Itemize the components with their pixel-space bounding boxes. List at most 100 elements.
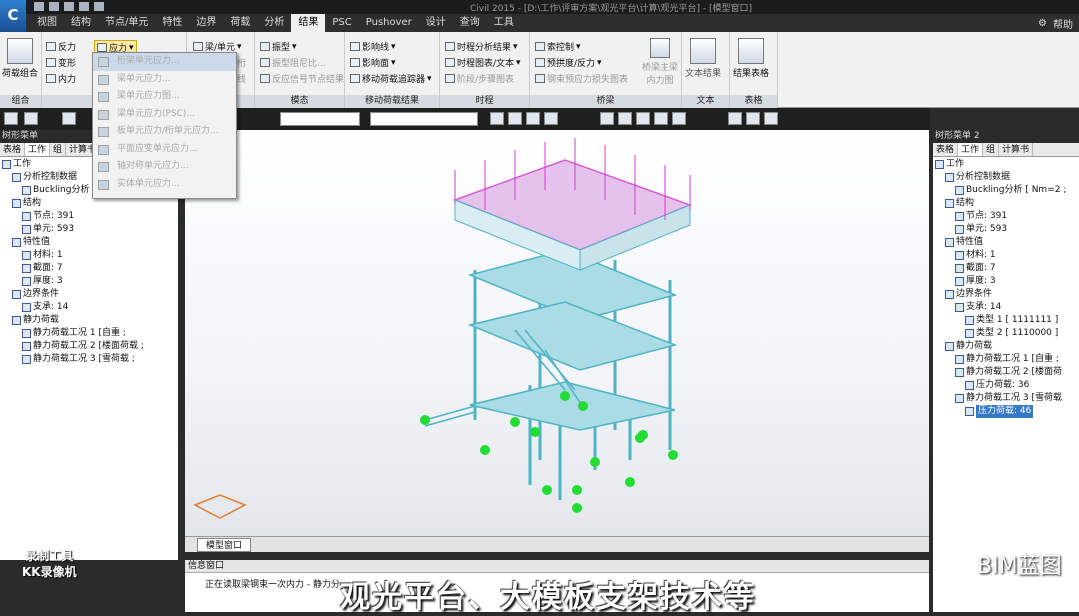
tree-item[interactable]: 工作 xyxy=(933,158,1079,171)
tree-item[interactable]: 节点: 391 xyxy=(0,210,178,223)
tree-item[interactable]: Buckling分析 [ Nm=2 ; xyxy=(933,184,1079,197)
th-result-button[interactable]: 时程分析结果 ▾ xyxy=(445,40,518,53)
tree-item[interactable]: 静力荷载工况 2 [楼面荷载 ; xyxy=(0,340,178,353)
menu-tab[interactable]: 设计 xyxy=(419,14,453,32)
load-combo-button[interactable]: 荷载组合 xyxy=(2,38,38,79)
structure-model[interactable] xyxy=(185,130,929,536)
tree-item[interactable]: 单元: 593 xyxy=(0,223,178,236)
settings-icon[interactable]: ⚙ xyxy=(1038,18,1047,29)
stress-menu-item[interactable]: 梁单元应力图... xyxy=(93,88,236,106)
select-type-dropdown[interactable] xyxy=(370,112,478,126)
lock-icon[interactable] xyxy=(728,112,742,125)
select-filter-dropdown[interactable] xyxy=(280,112,360,126)
tree-item[interactable]: 边界条件 xyxy=(933,288,1079,301)
print-icon[interactable] xyxy=(79,2,89,11)
tree-item[interactable]: 节点: 391 xyxy=(933,210,1079,223)
tree-item[interactable]: 支承: 14 xyxy=(0,301,178,314)
mode-damping-button[interactable]: 振型阻尼比... xyxy=(260,56,326,69)
result-table-button[interactable]: 结果表格 xyxy=(733,38,769,79)
menu-tab[interactable]: Pushover xyxy=(359,14,419,32)
zoom-icon[interactable] xyxy=(618,112,632,125)
truss-button[interactable]: 桁 xyxy=(237,56,246,69)
text-result-button[interactable]: 文本结果 xyxy=(685,38,721,79)
fit-icon[interactable] xyxy=(600,112,614,125)
menu-tab[interactable]: 分析 xyxy=(257,14,291,32)
menu-tab[interactable]: 结构 xyxy=(64,14,98,32)
help-menu[interactable]: 帮助 xyxy=(1053,16,1073,31)
menu-tab[interactable]: 节点/单元 xyxy=(98,14,155,32)
forward-icon[interactable] xyxy=(24,112,38,125)
panel-tab[interactable]: 组 xyxy=(983,143,1000,156)
deform-button[interactable]: 变形 xyxy=(46,56,76,69)
save-icon[interactable] xyxy=(64,2,74,11)
tendon-loss-button[interactable]: 钢束预应力损失图表 xyxy=(535,72,628,85)
menu-tab[interactable]: 工具 xyxy=(487,14,521,32)
model-viewport[interactable] xyxy=(185,130,929,536)
tree-item[interactable]: 类型 1 [ 1111111 ] xyxy=(933,314,1079,327)
stress-menu-item[interactable]: 板单元应力/桁单元应力... xyxy=(93,123,236,141)
menu-tab[interactable]: 荷载 xyxy=(223,14,257,32)
tree-item[interactable]: 结构 xyxy=(933,197,1079,210)
back-icon[interactable] xyxy=(4,112,18,125)
stress-menu-item[interactable]: 梁单元应力(PSC)... xyxy=(93,106,236,124)
tree-item[interactable]: 特性值 xyxy=(933,236,1079,249)
moving-tracer-button[interactable]: 移动荷载追踪器 ▾ xyxy=(350,72,432,85)
tree-item[interactable]: 材料: 1 xyxy=(933,249,1079,262)
select-icon[interactable] xyxy=(62,112,76,125)
panel-tab[interactable]: 组 xyxy=(50,143,67,156)
influence-surface-button[interactable]: 影响面 ▾ xyxy=(350,56,396,69)
tree-item[interactable]: 厚度: 3 xyxy=(0,275,178,288)
render-icon[interactable] xyxy=(636,112,650,125)
stress-menu-item[interactable]: 轴对称单元应力... xyxy=(93,158,236,176)
hidden-icon[interactable] xyxy=(672,112,686,125)
stress-menu-item[interactable]: 平面应变单元应力... xyxy=(93,141,236,159)
stage-graph-button[interactable]: 阶段/步骤图表 xyxy=(445,72,514,85)
tree-item[interactable]: 静力荷载工况 2 [楼面荷 xyxy=(933,366,1079,379)
stress-menu-item[interactable]: 梁单元应力... xyxy=(93,71,236,89)
mode-shape-button[interactable]: 振型 ▾ xyxy=(260,40,297,53)
tree-item[interactable]: 静力荷载 xyxy=(0,314,178,327)
tree-item[interactable]: 静力荷载工况 1 [自重 ; xyxy=(933,353,1079,366)
panel-tab[interactable]: 工作 xyxy=(25,143,51,156)
panel-tab[interactable]: 表格 xyxy=(0,143,26,156)
camber-button[interactable]: 预拱度/反力 ▾ xyxy=(535,56,602,69)
app-logo[interactable]: C xyxy=(0,0,26,32)
tree-item[interactable]: 截面: 7 xyxy=(0,262,178,275)
panel-tab[interactable]: 表格 xyxy=(933,143,959,156)
reaction-node-button[interactable]: 反应信号节点结果 xyxy=(260,72,344,85)
menu-tab[interactable]: PSC xyxy=(325,14,358,32)
undo-icon[interactable] xyxy=(94,2,104,11)
new-icon[interactable] xyxy=(34,2,44,11)
influence-line-button[interactable]: 影响线 ▾ xyxy=(350,40,396,53)
tree-item[interactable]: 静力荷载 xyxy=(933,340,1079,353)
tree-item[interactable]: 压力荷载: 46 xyxy=(933,405,1079,418)
shade-icon[interactable] xyxy=(654,112,668,125)
menu-tab[interactable]: 结果 xyxy=(291,14,326,32)
quick-access-toolbar[interactable] xyxy=(34,2,104,11)
open-icon[interactable] xyxy=(49,2,59,11)
tree-item[interactable]: 支承: 14 xyxy=(933,301,1079,314)
th-graph-button[interactable]: 时程图表/文本 ▾ xyxy=(445,56,521,69)
stress-menu-item[interactable]: 实体单元应力... xyxy=(93,176,236,194)
menu-tab[interactable]: 查询 xyxy=(453,14,487,32)
menu-tab[interactable]: 特性 xyxy=(155,14,189,32)
menu-tab[interactable]: 视图 xyxy=(30,14,64,32)
tree-item[interactable]: 单元: 593 xyxy=(933,223,1079,236)
tree-item[interactable]: 分析控制数据 xyxy=(933,171,1079,184)
tree-item[interactable]: 材料: 1 xyxy=(0,249,178,262)
view-iso-icon[interactable] xyxy=(544,112,558,125)
view-top-icon[interactable] xyxy=(526,112,540,125)
cable-control-button[interactable]: 索控制 ▾ xyxy=(535,40,581,53)
tab-model-window[interactable]: 模型窗口 xyxy=(197,538,252,552)
tree-item[interactable]: 静力荷载工况 3 [雪荷载 xyxy=(933,392,1079,405)
view-front-icon[interactable] xyxy=(490,112,504,125)
tree-item[interactable]: 压力荷载: 36 xyxy=(933,379,1079,392)
pin-icon[interactable] xyxy=(764,112,778,125)
bridge-force-button[interactable]: 桥梁主梁内力图 xyxy=(640,38,680,86)
line-button[interactable]: 线 xyxy=(237,72,246,85)
tree-item[interactable]: 静力荷载工况 3 [雪荷载 ; xyxy=(0,353,178,366)
tree-item[interactable]: 特性值 xyxy=(0,236,178,249)
menu-tab[interactable]: 边界 xyxy=(189,14,223,32)
internal-force-button[interactable]: 内力 xyxy=(46,72,76,85)
view-side-icon[interactable] xyxy=(508,112,522,125)
